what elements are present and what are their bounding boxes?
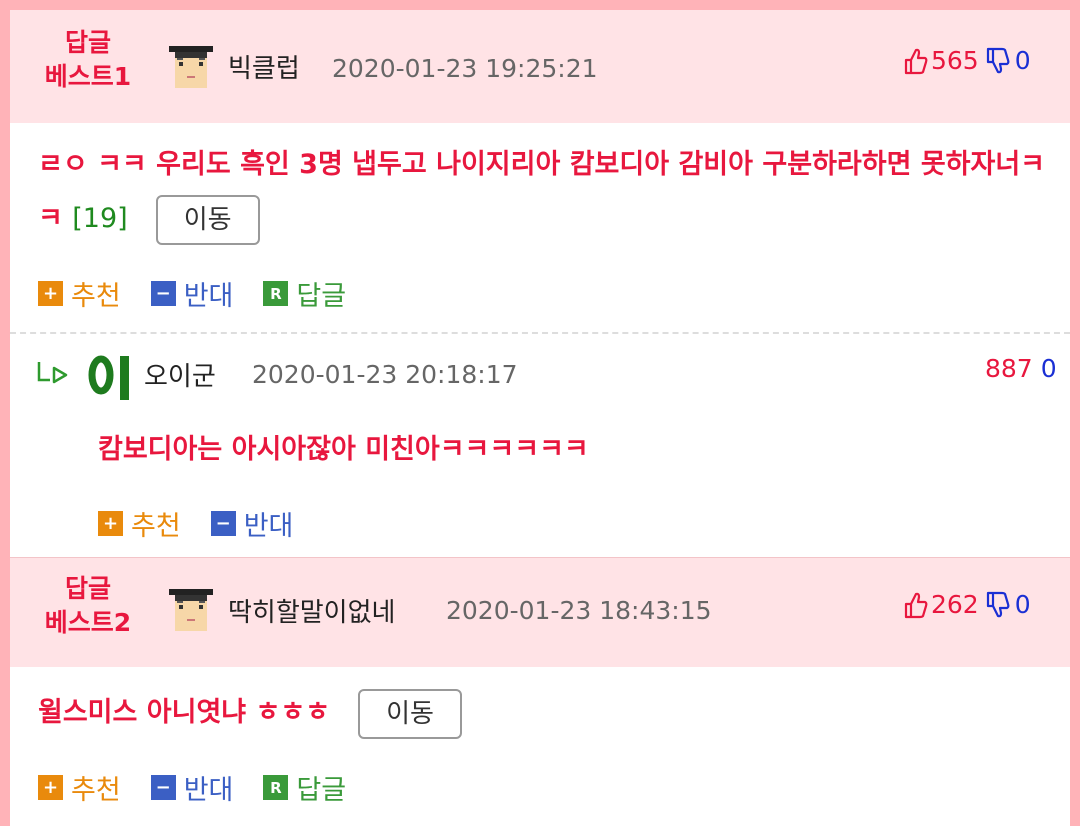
oppose-label: 반대	[183, 281, 234, 312]
divider	[10, 332, 1070, 334]
reply-r-icon: R	[263, 775, 289, 800]
reply-button[interactable]: R 답글	[263, 768, 346, 807]
thumb-down-icon[interactable]	[985, 47, 1011, 75]
move-button[interactable]: 이동	[358, 688, 463, 739]
recommend-button[interactable]: + 추천	[38, 274, 121, 313]
plus-icon: +	[38, 775, 63, 800]
vote-counts: 565 0	[903, 46, 1031, 75]
reply-label: 답글	[296, 775, 347, 806]
comment-body: ㄹㅇ ㅋㅋ 우리도 흑인 3명 냅두고 나이지리아 캄보디아 감비아 구분하라하…	[38, 138, 1048, 246]
reply-arrow-icon	[37, 362, 68, 384]
post-date: 2020-01-23 18:43:15	[446, 596, 712, 625]
minus-icon: −	[150, 281, 176, 306]
up-count: 565	[931, 46, 979, 75]
plus-icon: +	[98, 511, 123, 536]
thumb-down-icon[interactable]	[985, 591, 1011, 619]
recommend-button[interactable]: + 추천	[38, 768, 121, 807]
move-button[interactable]: 이동	[155, 194, 260, 245]
up-count: 262	[931, 590, 979, 619]
nickname[interactable]: 빅클럽	[228, 48, 300, 85]
comment-body: 윌스미스 아니엿냐 ㅎㅎㅎ 이동	[38, 686, 1048, 740]
reply-actions: + 추천 − 반대	[98, 504, 323, 543]
post-date: 2020-01-23 19:25:21	[332, 54, 598, 83]
nickname[interactable]: 딱히할말이없네	[228, 592, 395, 629]
best-label-line1: 답글	[64, 28, 111, 57]
level-badge-icon	[88, 355, 129, 400]
down-count: 0	[1014, 46, 1031, 75]
minus-icon: −	[210, 511, 236, 536]
best-label-line1: 답글	[64, 574, 111, 603]
best-label: 답글 베스트2	[34, 572, 142, 640]
recommend-button[interactable]: + 추천	[98, 504, 181, 543]
reply-r-icon: R	[263, 281, 289, 306]
reply-label: 답글	[296, 281, 347, 312]
comment-list: 답글 베스트1 빅클럽 2020-01-23 19:25:21 565 0 ㄹㅇ…	[10, 10, 1070, 826]
reply-text: 캄보디아는 아시아잖아 미친아ㅋㅋㅋㅋㅋㅋ	[98, 434, 589, 465]
best-label-line2: 베스트2	[44, 608, 132, 637]
down-count: 0	[1014, 590, 1031, 619]
recommend-label: 추천	[71, 281, 121, 312]
reply-up-count: 887	[985, 354, 1033, 383]
recommend-label: 추천	[131, 511, 181, 542]
comment-actions: + 추천 − 반대 R 답글	[38, 274, 376, 313]
reply-nickname[interactable]: 오이군	[144, 356, 216, 393]
best-label: 답글 베스트1	[34, 26, 142, 94]
reply-button[interactable]: R 답글	[263, 274, 346, 313]
vote-counts: 262 0	[903, 590, 1031, 619]
oppose-button[interactable]: − 반대	[210, 504, 294, 543]
oppose-label: 반대	[243, 511, 294, 542]
minus-icon: −	[150, 775, 176, 800]
reply-vote-counts: 887 0	[983, 354, 1057, 383]
reply-body: 캄보디아는 아시아잖아 미친아ㅋㅋㅋㅋㅋㅋ	[98, 423, 1048, 477]
recommend-label: 추천	[71, 775, 121, 806]
oppose-button[interactable]: − 반대	[150, 274, 234, 313]
grad-cap-avatar-icon[interactable]	[165, 583, 217, 635]
plus-icon: +	[38, 281, 63, 306]
thumb-up-icon[interactable]	[903, 591, 929, 619]
best-label-line2: 베스트1	[44, 62, 132, 91]
reply-count[interactable]: [19]	[72, 203, 127, 234]
reply-date: 2020-01-23 20:18:17	[252, 360, 518, 389]
comment-actions: + 추천 − 반대 R 답글	[38, 768, 376, 807]
reply-down-count: 0	[1040, 354, 1057, 383]
oppose-label: 반대	[183, 775, 234, 806]
thumb-up-icon[interactable]	[903, 47, 929, 75]
comment-text: 윌스미스 아니엿냐 ㅎㅎㅎ	[38, 697, 331, 728]
oppose-button[interactable]: − 반대	[150, 768, 234, 807]
grad-cap-avatar-icon[interactable]	[165, 40, 217, 92]
